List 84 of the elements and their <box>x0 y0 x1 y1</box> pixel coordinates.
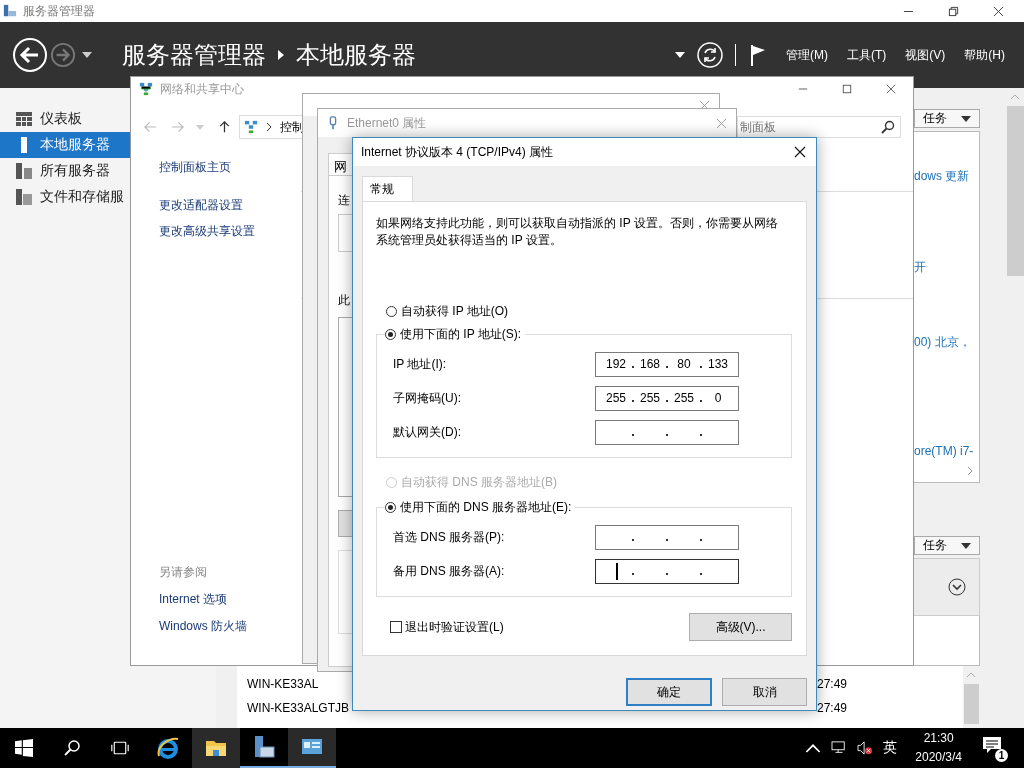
field-label: 首选 DNS 服务器(P): <box>393 528 506 546</box>
field-label: 连 <box>338 192 351 209</box>
ip-address-field[interactable]: 255 255 255 0 <box>595 385 739 411</box>
ip-address-field[interactable] <box>595 558 739 584</box>
field-label: 默认网关(D): <box>393 423 462 441</box>
menu-item[interactable]: 帮助(H) <box>964 46 1005 64</box>
notification-badge: 1 <box>995 749 1008 762</box>
nav-link[interactable]: 更改适配器设置 <box>159 197 301 214</box>
field-label: 此 <box>338 292 351 309</box>
window-title: 服务器管理器 <box>23 2 95 20</box>
window-title: 网络和共享中心 <box>160 80 244 98</box>
ime-indicator[interactable]: 英 <box>883 739 898 757</box>
radio-option[interactable]: 自动获得 IP 地址(O) <box>386 303 792 320</box>
sidebar-item[interactable]: 所有服务器 <box>0 158 130 184</box>
chevron-icon <box>266 122 272 132</box>
taskbar-app[interactable] <box>192 728 240 768</box>
nav-link[interactable]: 控制面板主页 <box>159 159 301 176</box>
muted-speaker-icon[interactable] <box>857 741 874 755</box>
search-icon <box>881 120 895 134</box>
menu-item[interactable]: 工具(T) <box>847 46 887 64</box>
property-value[interactable]: 00) 北京， <box>914 334 979 351</box>
radio-option[interactable]: 使用下面的 IP 地址(S): <box>385 326 522 343</box>
radio-option[interactable]: 使用下面的 DNS 服务器地址(E): <box>385 499 572 516</box>
sidebar-item[interactable]: 文件和存储服 <box>0 184 130 210</box>
window-title: Ethernet0 属性 <box>347 114 427 132</box>
caret-icon <box>961 542 971 549</box>
radio-button[interactable] <box>385 329 396 340</box>
refresh-icon[interactable] <box>697 42 723 68</box>
app-icon <box>3 4 17 18</box>
tasks-button[interactable]: 任务 <box>914 109 980 128</box>
table-cell: 27:49 <box>817 700 848 716</box>
expand-icon[interactable] <box>948 577 966 596</box>
network-icon <box>244 120 258 134</box>
description-text: 如果网络支持此功能，则可以获取自动指派的 IP 设置。否则，你需要从网络系统管理员处获得适当的 IP 设置。 <box>376 215 779 249</box>
radio-button[interactable] <box>385 502 396 513</box>
advanced-button[interactable]: 高级(V)... <box>689 613 792 641</box>
field-label: 备用 DNS 服务器(A): <box>393 562 506 580</box>
flag-icon[interactable] <box>750 44 766 66</box>
table-cell: WIN-KE33ALGTJB <box>247 700 350 716</box>
table-cell: 27:49 <box>817 676 848 692</box>
network-icon <box>139 82 153 96</box>
browser-icon <box>156 736 180 760</box>
caret-icon[interactable] <box>675 52 685 58</box>
nav-link[interactable]: 更改高级共享设置 <box>159 223 301 240</box>
field-label: 子网掩码(U): <box>393 389 462 407</box>
property-value[interactable]: 开 <box>914 259 979 276</box>
breadcrumb-item[interactable]: 服务器管理器 <box>122 39 266 71</box>
tasks-button[interactable]: 任务 <box>914 536 980 556</box>
nav-link[interactable]: Windows 防火墙 <box>159 618 301 635</box>
ip-address-field[interactable] <box>595 524 739 550</box>
dialog-title: Internet 协议版本 4 (TCP/IPv4) 属性 <box>361 143 554 161</box>
property-value[interactable]: ore(TM) i7- <box>914 444 979 458</box>
menu-item[interactable]: 管理(M) <box>786 46 828 64</box>
chevron-icon <box>278 50 284 60</box>
grid-icon <box>16 111 32 127</box>
menu-item[interactable]: 视图(V) <box>905 46 946 64</box>
taskbar-app[interactable] <box>288 728 336 768</box>
field-label: IP 地址(I): <box>393 355 448 373</box>
server-manager-icon <box>252 735 276 759</box>
servers-icon <box>16 163 32 179</box>
radio-button[interactable] <box>386 306 397 317</box>
up-icon[interactable] <box>218 121 231 133</box>
section-heading: 另请参阅 <box>159 564 208 581</box>
cancel-button[interactable]: 取消 <box>722 678 807 706</box>
network-icon[interactable] <box>831 741 848 755</box>
notification-button[interactable]: 1 <box>982 736 1006 760</box>
table-cell: WIN-KE33AL <box>247 676 319 692</box>
sidebar-item[interactable]: 仪表板 <box>0 106 130 132</box>
forward-icon[interactable] <box>50 42 76 68</box>
breadcrumb-item: 本地服务器 <box>296 40 416 70</box>
caret-icon <box>961 115 971 122</box>
tab[interactable]: 常规 <box>362 176 413 201</box>
scroll-right-icon[interactable] <box>967 466 973 477</box>
ok-button[interactable]: 确定 <box>626 678 712 706</box>
checkbox[interactable]: 退出时验证设置(L) <box>390 618 504 636</box>
ip-address-field[interactable] <box>595 419 739 445</box>
clock[interactable]: 21:30 2020/3/4 <box>915 729 962 767</box>
caret-icon[interactable] <box>82 52 92 58</box>
nav-link[interactable]: Internet 选项 <box>159 591 301 608</box>
storage-icon <box>16 189 32 205</box>
search-field[interactable]: 制面板 <box>737 116 901 138</box>
sidebar-item[interactable]: 本地服务器 <box>0 132 130 158</box>
property-value[interactable]: dows 更新 <box>914 168 979 185</box>
ip-address-field[interactable]: 192 168 80 133 <box>595 351 739 377</box>
